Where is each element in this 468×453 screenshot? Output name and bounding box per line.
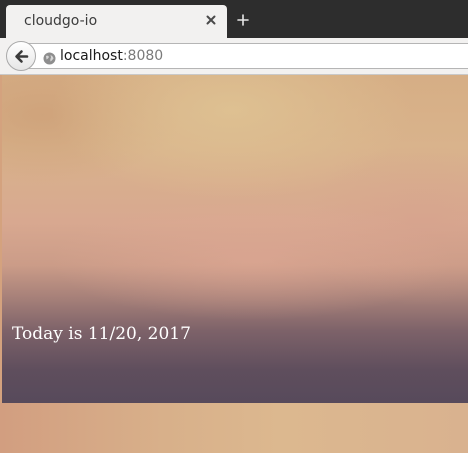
browser-tab[interactable]: cloudgo-io bbox=[6, 5, 227, 38]
back-arrow-icon bbox=[15, 50, 29, 63]
url-text: localhost:8080 bbox=[60, 48, 163, 64]
tab-strip: cloudgo-io bbox=[0, 0, 468, 38]
navigation-bar: localhost:8080 bbox=[0, 38, 468, 75]
plus-icon[interactable] bbox=[233, 10, 253, 30]
hero-background: Today is 11/20, 2017 bbox=[2, 75, 468, 403]
date-text: Today is 11/20, 2017 bbox=[12, 324, 191, 344]
url-port: :8080 bbox=[122, 48, 164, 64]
page-content: Today is 11/20, 2017 bbox=[0, 75, 468, 453]
close-icon[interactable] bbox=[203, 12, 219, 28]
globe-icon bbox=[43, 50, 56, 65]
browser-window: cloudgo-io localhost:8080 Today is 11/20… bbox=[0, 0, 468, 453]
hero-glow bbox=[2, 75, 468, 403]
back-button[interactable] bbox=[6, 41, 36, 71]
address-bar[interactable]: localhost:8080 bbox=[24, 43, 468, 69]
url-host: localhost bbox=[60, 48, 123, 64]
lower-background-band bbox=[0, 403, 468, 453]
tab-title: cloudgo-io bbox=[24, 13, 98, 29]
